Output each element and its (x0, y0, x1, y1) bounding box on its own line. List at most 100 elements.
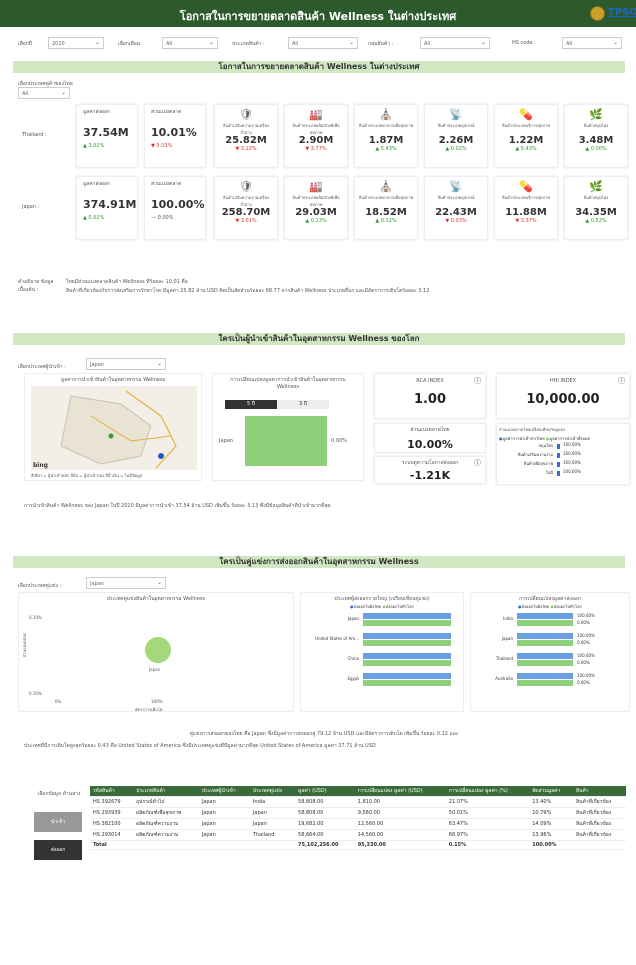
table-row: HS 293939 ผลิตภัณฑ์เพื่อสุขภาพ Japan Japan 5… (90, 807, 626, 819)
table-header[interactable]: มูลค่า (USD) (295, 786, 355, 797)
table-header[interactable]: ประเทศคู่แข่ง (249, 786, 296, 797)
bubble-panel: ประเทศคู่แข่งสินค้าในอุตสาหกรรม Wellness… (18, 592, 294, 712)
table-header[interactable]: รหัสสินค้า (90, 786, 134, 797)
importer-label: เลือกประเทศผู้นำเข้า : (18, 364, 66, 370)
table-header[interactable]: ประเภทสินค้า (133, 786, 199, 797)
tab-3y[interactable]: 3 ปี (277, 400, 329, 409)
table-cell: 0.15% (445, 840, 530, 850)
summary-label: คำอธิบาย ข้อมูลเบื้องต้น : (18, 279, 54, 293)
table-cell: สินค้าที่เกี่ยวข้อง (572, 818, 626, 830)
export-change-row-label: Australia (495, 676, 513, 681)
import-button[interactable]: นำเข้า (34, 812, 82, 832)
category-change: ▲ 0.12% (375, 218, 397, 224)
category-change: ▲ 0.13% (305, 218, 327, 224)
export-change-title: การเปลี่ยนแปลงมูลค่าส่งออก (519, 596, 581, 602)
opportunity-title: ระบบดูความโอกาสส่งออก (401, 460, 459, 466)
table-cell: HS 382100 (90, 818, 134, 830)
category-icon: 🌿 (589, 108, 603, 121)
table-cell (249, 840, 296, 850)
rca-title: RCA INDEX (416, 378, 444, 384)
category-label: สินค้าเสริมความงามเครื่องสำอาง (223, 195, 269, 206)
export-card-label: มูลค่าส่งออก (83, 181, 111, 187)
filter-group-select[interactable]: All ⌄ (420, 37, 490, 49)
export-change-bar-world (517, 620, 573, 626)
category-change: ▲ 0.02% (445, 146, 467, 152)
map-marker-icon (158, 453, 164, 459)
table-cell: 58,808.00 (295, 796, 355, 808)
table-cell: 1,810.00 (354, 796, 446, 808)
table-header[interactable]: การเปลี่ยนแปลง มูลค่า (%) (445, 786, 530, 797)
page-title: โอกาสในการขยายตลาดสินค้า Wellness ในต่าง… (179, 10, 457, 23)
logo-link[interactable]: TPSO (608, 7, 636, 18)
table-cell: Japan (198, 829, 250, 841)
export-change-bar-thai (517, 633, 573, 639)
exporter-row-label: United States of Am... (315, 636, 359, 641)
info-icon[interactable]: ⓘ (474, 376, 481, 386)
table-cell: Thailand (249, 829, 296, 841)
table-cell: 14,560.00 (354, 829, 446, 841)
data-table: รหัสสินค้า ประเภทสินค้า ประเทศผู้นำเข้า ประ… (90, 786, 626, 864)
table-cell: 14.09% (529, 818, 573, 830)
table-cell: ผลิตภัณฑ์ความงาม (133, 818, 199, 830)
category-icon: 🏭 (309, 180, 323, 193)
table-header[interactable]: การเปลี่ยนแปลง มูลค่า (USD) (354, 786, 446, 797)
opportunity-value: -1.21K (409, 469, 451, 482)
bubble-japan[interactable] (145, 637, 171, 663)
table-cell: Japan (249, 818, 296, 830)
category-value: 29.03M (295, 207, 337, 218)
info-icon[interactable]: ⓘ (618, 376, 625, 386)
table-header[interactable]: สินค้า (572, 786, 626, 797)
importer-select[interactable]: Japan ⌄ (86, 358, 166, 370)
chevron-down-icon: ⌄ (208, 39, 214, 46)
compare-row-label: สมุนไพร (538, 443, 553, 448)
rca-value: 1.00 (413, 392, 447, 407)
export-value: 374.91M (83, 198, 137, 211)
category-value: 22.43M (435, 207, 477, 218)
table-header[interactable]: ประเทศผู้นำเข้า (198, 786, 250, 797)
table-side-label: เลือกข้อมูล ด้านล่าง (37, 791, 81, 797)
export-button[interactable]: ส่งออก (34, 840, 82, 860)
category-card: ⛪ สินค้าประเภทอาหารเพื่อสุขภาพ 18.52M ▲ … (354, 176, 418, 240)
table-cell: 13.96% (529, 829, 573, 841)
info-icon[interactable]: ⓘ (474, 458, 481, 468)
import-map[interactable] (31, 386, 197, 470)
exporter-bar-thai (363, 613, 451, 619)
filter-hs-select[interactable]: All ⌄ (562, 37, 622, 49)
share-value: 100.00% (151, 198, 205, 211)
competitor-select[interactable]: Japan ⌄ (86, 577, 166, 589)
table-cell: 9,560.00 (354, 807, 446, 819)
table-cell: อุปกรณ์ทั่วไป (133, 796, 199, 808)
category-value: 1.22M (508, 135, 544, 146)
table-cell: 100.00% (529, 840, 573, 850)
filter-year-select[interactable]: 2020 ⌄ (48, 37, 104, 49)
share-value: 10.01% (151, 126, 197, 139)
export-change-v2: 100.00% (577, 613, 595, 618)
import-change-panel: การเปลี่ยนแปลงมูลค่าการนำเข้าสินค้าในอุต… (212, 373, 364, 481)
compare-row-label: สินค้าเพื่อสุขภาพ (523, 461, 553, 466)
summary-line1: ไทยมีส่วนแบ่งตลาดสินค้า Wellness ที่ร้อย… (66, 279, 188, 285)
table-row: Total 75,102,256.00 95,330.00 0.15% 100.00% (90, 840, 626, 850)
table-cell: 10.79% (529, 807, 573, 819)
category-value: 34.35M (575, 207, 617, 218)
export-change-bar-world (517, 660, 573, 666)
partner-select[interactable]: All ⌄ (18, 87, 70, 99)
export-card: มูลค่าส่งออก 37.54M ▲ 3.02% (76, 104, 138, 168)
category-card: 🌿 สินค้าสมุนไพร 3.48M ▲ 0.00% (564, 104, 628, 168)
tab-5y[interactable]: 5 ปี (225, 400, 277, 409)
table-cell: 50.01% (445, 807, 530, 819)
export-change-v1: 0.00% (577, 620, 590, 625)
exporter-bar-world (363, 640, 451, 646)
filter-month-select[interactable]: All ⌄ (162, 37, 218, 49)
opportunity-card: ระบบดูความโอกาสส่งออก ⓘ -1.21K (374, 456, 486, 484)
compare-row-value: 100.00% (563, 451, 581, 456)
filter-type-select[interactable]: All ⌄ (288, 37, 358, 49)
export-change-bar-world (517, 640, 573, 646)
import-change-title: การเปลี่ยนแปลงมูลค่าการนำเข้าสินค้าในอุต… (230, 377, 346, 390)
category-card: 🏭 สินค้าประเภทผลิตภัณฑ์เพื่อสุขภาพ 2.90M… (284, 104, 348, 168)
table-header[interactable]: สัดส่วนมูลค่า (529, 786, 573, 797)
category-card: 📡 สินค้าประเภทอุปกรณ์ 22.43M ▼ 0.03% (424, 176, 488, 240)
logo-icon (590, 6, 605, 21)
top-header: โอกาสในการขยายตลาดสินค้า Wellness ในต่าง… (0, 0, 636, 27)
export-change-row-label: India (503, 616, 513, 621)
export-change: ▲ 0.02% (83, 215, 105, 221)
